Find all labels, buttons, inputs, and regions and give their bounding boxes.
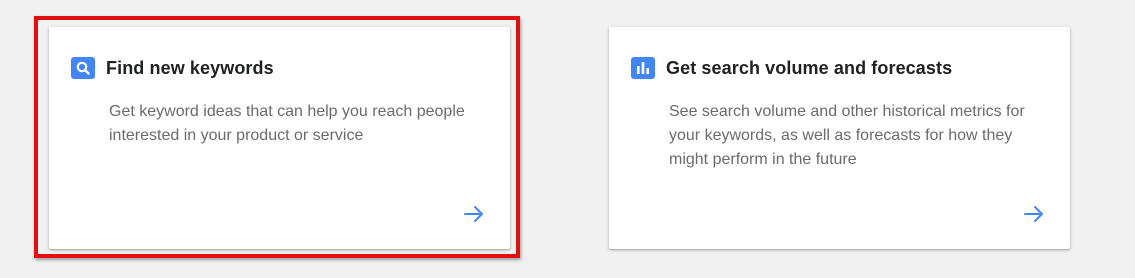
card-description: Get keyword ideas that can help you reac… bbox=[109, 103, 465, 144]
arrow-right-icon[interactable] bbox=[462, 202, 486, 226]
bar-chart-icon bbox=[631, 57, 655, 79]
search-icon bbox=[71, 57, 95, 79]
card-title: Find new keywords bbox=[106, 58, 274, 78]
card-description: See search volume and other historical m… bbox=[669, 103, 1025, 168]
arrow-right-icon[interactable] bbox=[1022, 202, 1046, 226]
find-new-keywords-card[interactable]: Find new keywords Get keyword ideas that… bbox=[49, 27, 510, 249]
get-search-volume-card[interactable]: Get search volume and forecasts See sear… bbox=[609, 27, 1070, 249]
card-title: Get search volume and forecasts bbox=[666, 58, 953, 78]
